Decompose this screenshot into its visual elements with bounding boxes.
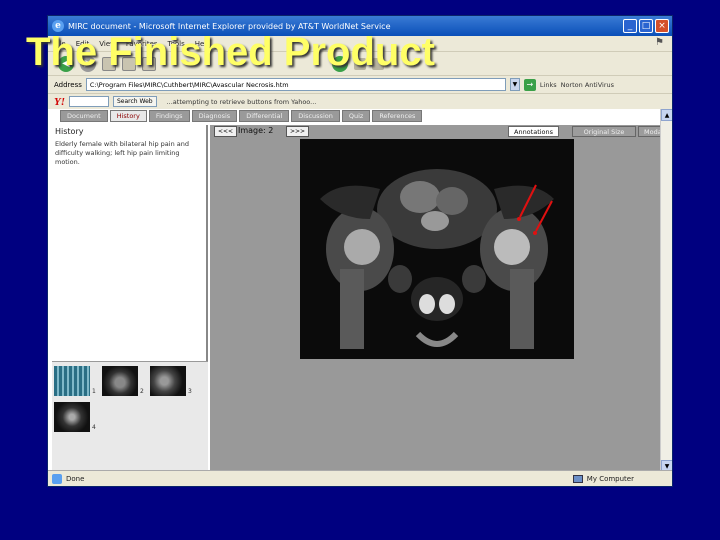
next-image-button[interactable]: >>> [286,126,310,137]
image-label: Image: 2 [238,126,274,135]
thumbnail-image[interactable] [54,366,90,396]
thumbnail-panel: 1 2 3 4 [52,361,208,471]
thumbnail-image[interactable] [102,366,138,396]
my-computer-icon [572,474,583,483]
thumbnail-number: 4 [92,424,96,431]
norton-antivirus-label[interactable]: Norton AntiVirus [561,81,614,89]
tab-differential[interactable]: Differential [239,110,290,122]
maximize-button[interactable]: □ [639,19,653,33]
tab-diagnosis[interactable]: Diagnosis [191,110,238,122]
previous-image-button[interactable]: <<< [214,126,238,137]
tab-history[interactable]: History [109,110,147,122]
tab-document[interactable]: Document [60,110,108,122]
windows-flag-icon: ⚑ [655,37,664,48]
history-heading: History [55,127,84,136]
address-dropdown-icon[interactable]: ▼ [509,78,520,91]
yahoo-toolbar: Y! Search Web ...attempting to retrieve … [48,93,672,109]
vertical-scrollbar[interactable]: ▲ ▼ [660,109,672,472]
slide-title: The Finished Product [26,30,435,74]
yahoo-logo-icon[interactable]: Y! [54,96,65,108]
yahoo-search-button[interactable]: Search Web [113,96,157,107]
document-tabs: Document History Findings Diagnosis Diff… [60,110,423,122]
zone-text: My Computer [586,474,634,483]
image-viewer: <<< Image: 2 >>> Annotations Original Si… [210,125,662,471]
links-label[interactable]: Links [540,81,557,89]
page-icon [52,473,62,484]
thumbnail-number: 1 [92,388,96,395]
go-icon[interactable]: → [523,78,536,91]
address-label: Address [54,80,82,89]
yahoo-search-input[interactable] [69,96,109,107]
tab-findings[interactable]: Findings [148,110,190,122]
mri-image[interactable] [300,139,574,359]
address-bar: Address C:\Program Files\MIRC\Cuthbert\M… [48,75,672,93]
history-text: Elderly female with bilateral hip pain a… [55,140,190,166]
browser-window: e MIRC document - Microsoft Internet Exp… [47,15,673,487]
address-input[interactable]: C:\Program Files\MIRC\Cuthbert\MIRC\Avas… [85,78,506,91]
thumbnail-image[interactable] [54,402,90,432]
scroll-up-icon[interactable]: ▲ [661,109,672,121]
tab-references[interactable]: References [372,110,423,122]
minimize-button[interactable]: _ [623,19,637,33]
thumbnail-number: 3 [188,388,192,395]
history-pane: History Elderly female with bilateral hi… [52,125,208,471]
pelvis-mri-graphic [300,139,574,359]
thumbnail-image[interactable] [150,366,186,396]
status-bar: Done My Computer [48,470,672,486]
modality-image-button[interactable]: Modality Image [638,126,662,137]
close-button[interactable]: × [655,19,669,33]
page-content: Document History Findings Diagnosis Diff… [48,109,672,472]
yahoo-status-text: ...attempting to retrieve buttons from Y… [166,97,317,106]
status-text: Done [66,474,85,483]
original-size-button[interactable]: Original Size [572,126,636,137]
tab-discussion[interactable]: Discussion [291,110,340,122]
thumbnail-number: 2 [140,388,144,395]
tab-quiz[interactable]: Quiz [341,110,371,122]
annotations-button[interactable]: Annotations [508,126,560,137]
